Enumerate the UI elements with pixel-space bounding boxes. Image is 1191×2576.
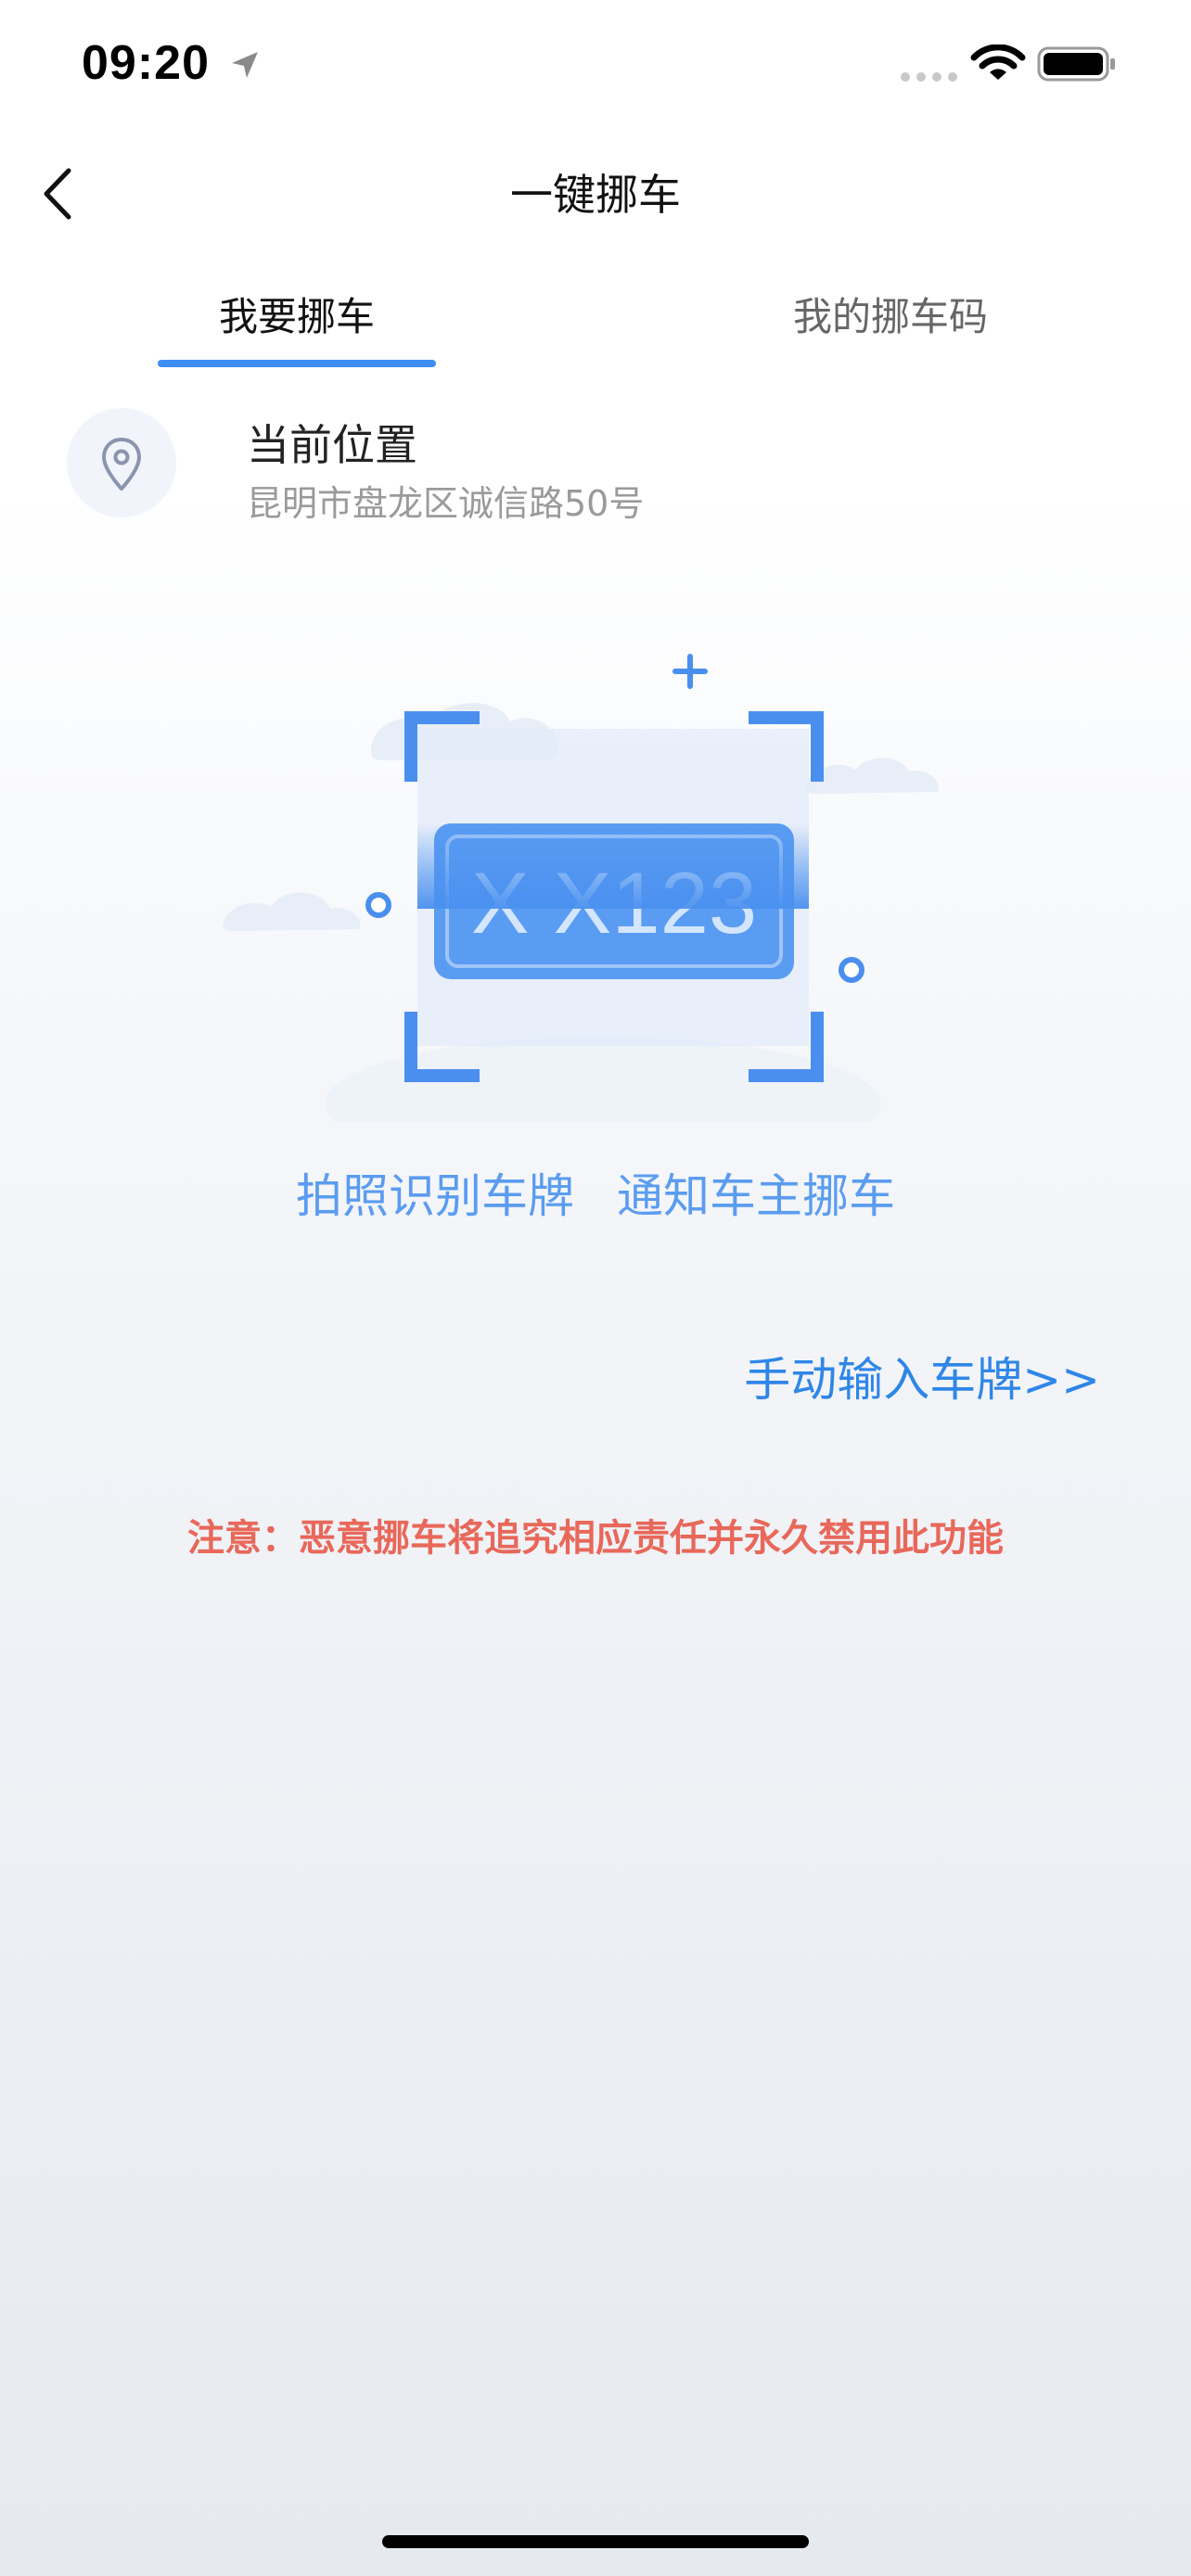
manual-input-link[interactable]: 手动输入车牌>>: [744, 1343, 1100, 1409]
location-badge: [67, 408, 176, 517]
nav-bar: 一键挪车: [0, 139, 1191, 250]
battery-icon: [1037, 46, 1115, 82]
step-notify-owner[interactable]: 通知车主挪车: [617, 1159, 895, 1226]
wifi-icon: [970, 45, 1026, 80]
plus-icon: [672, 654, 708, 689]
location-address: 昆明市盘龙区诚信路50号: [247, 483, 645, 524]
cloud-left-bottom: [223, 892, 361, 931]
tab-request-move[interactable]: 我要挪车: [111, 286, 482, 342]
tab-my-move-code[interactable]: 我的挪车码: [705, 286, 1076, 342]
status-time: 09:20: [82, 36, 210, 90]
warning-notice: 注意：恶意挪车将追究相应责任并永久禁用此功能: [187, 1517, 1004, 1560]
cloud-right: [805, 758, 940, 794]
ring-left: [365, 892, 391, 918]
status-bar: 09:20: [0, 0, 1191, 130]
step-photo-recognize[interactable]: 拍照识别车牌: [296, 1159, 574, 1226]
location-title: 当前位置: [247, 420, 417, 470]
location-arrow-icon: [232, 52, 258, 78]
plate-scan-illustration[interactable]: X X123: [186, 621, 1005, 1122]
map-pin-icon: [102, 438, 141, 491]
scan-steps: 拍照识别车牌 通知车主挪车: [0, 1159, 1191, 1226]
page-title: 一键挪车: [510, 170, 681, 220]
ring-right: [839, 957, 864, 983]
scan-beam: [417, 823, 809, 909]
home-indicator[interactable]: [382, 2535, 809, 2548]
current-location[interactable]: 当前位置 昆明市盘龙区诚信路50号: [0, 399, 1191, 538]
active-tab-indicator: [158, 360, 436, 367]
signal-dots-icon: [901, 72, 957, 82]
tab-bar: 我要挪车 我的挪车码: [0, 269, 1191, 380]
